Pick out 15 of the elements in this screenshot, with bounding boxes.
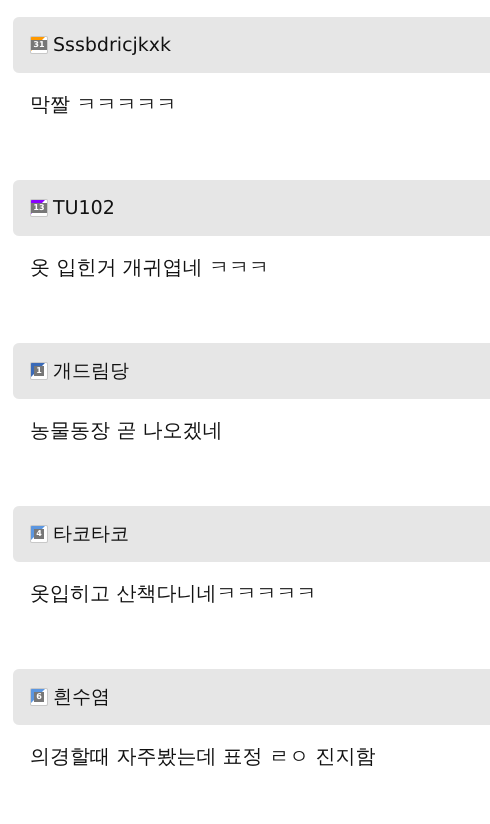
username[interactable]: 흰수염 bbox=[53, 684, 110, 710]
level-badge: 4 bbox=[30, 525, 48, 543]
level-badge: 31 bbox=[30, 36, 48, 54]
comment-text: 막짤 ㅋㅋㅋㅋㅋ bbox=[29, 91, 178, 118]
username[interactable]: TU102 bbox=[53, 197, 115, 219]
comment-text: 농물동장 곧 나오겠네 bbox=[29, 417, 224, 444]
comment-text: 옷 입힌거 개귀엽네 ㅋㅋㅋ bbox=[29, 254, 270, 281]
comment-text: 옷입히고 산책다니네ㅋㅋㅋㅋㅋ bbox=[29, 580, 318, 607]
level-badge: 1 bbox=[30, 362, 48, 380]
level-badge: 13 bbox=[30, 199, 48, 217]
comment-text: 의경할때 자주봤는데 표정 ㄹㅇ 진지함 bbox=[29, 743, 376, 770]
username[interactable]: 타코타코 bbox=[53, 521, 129, 547]
username[interactable]: Sssbdricjkxk bbox=[53, 34, 172, 56]
level-badge: 6 bbox=[30, 688, 48, 706]
username[interactable]: 개드림당 bbox=[53, 358, 129, 384]
